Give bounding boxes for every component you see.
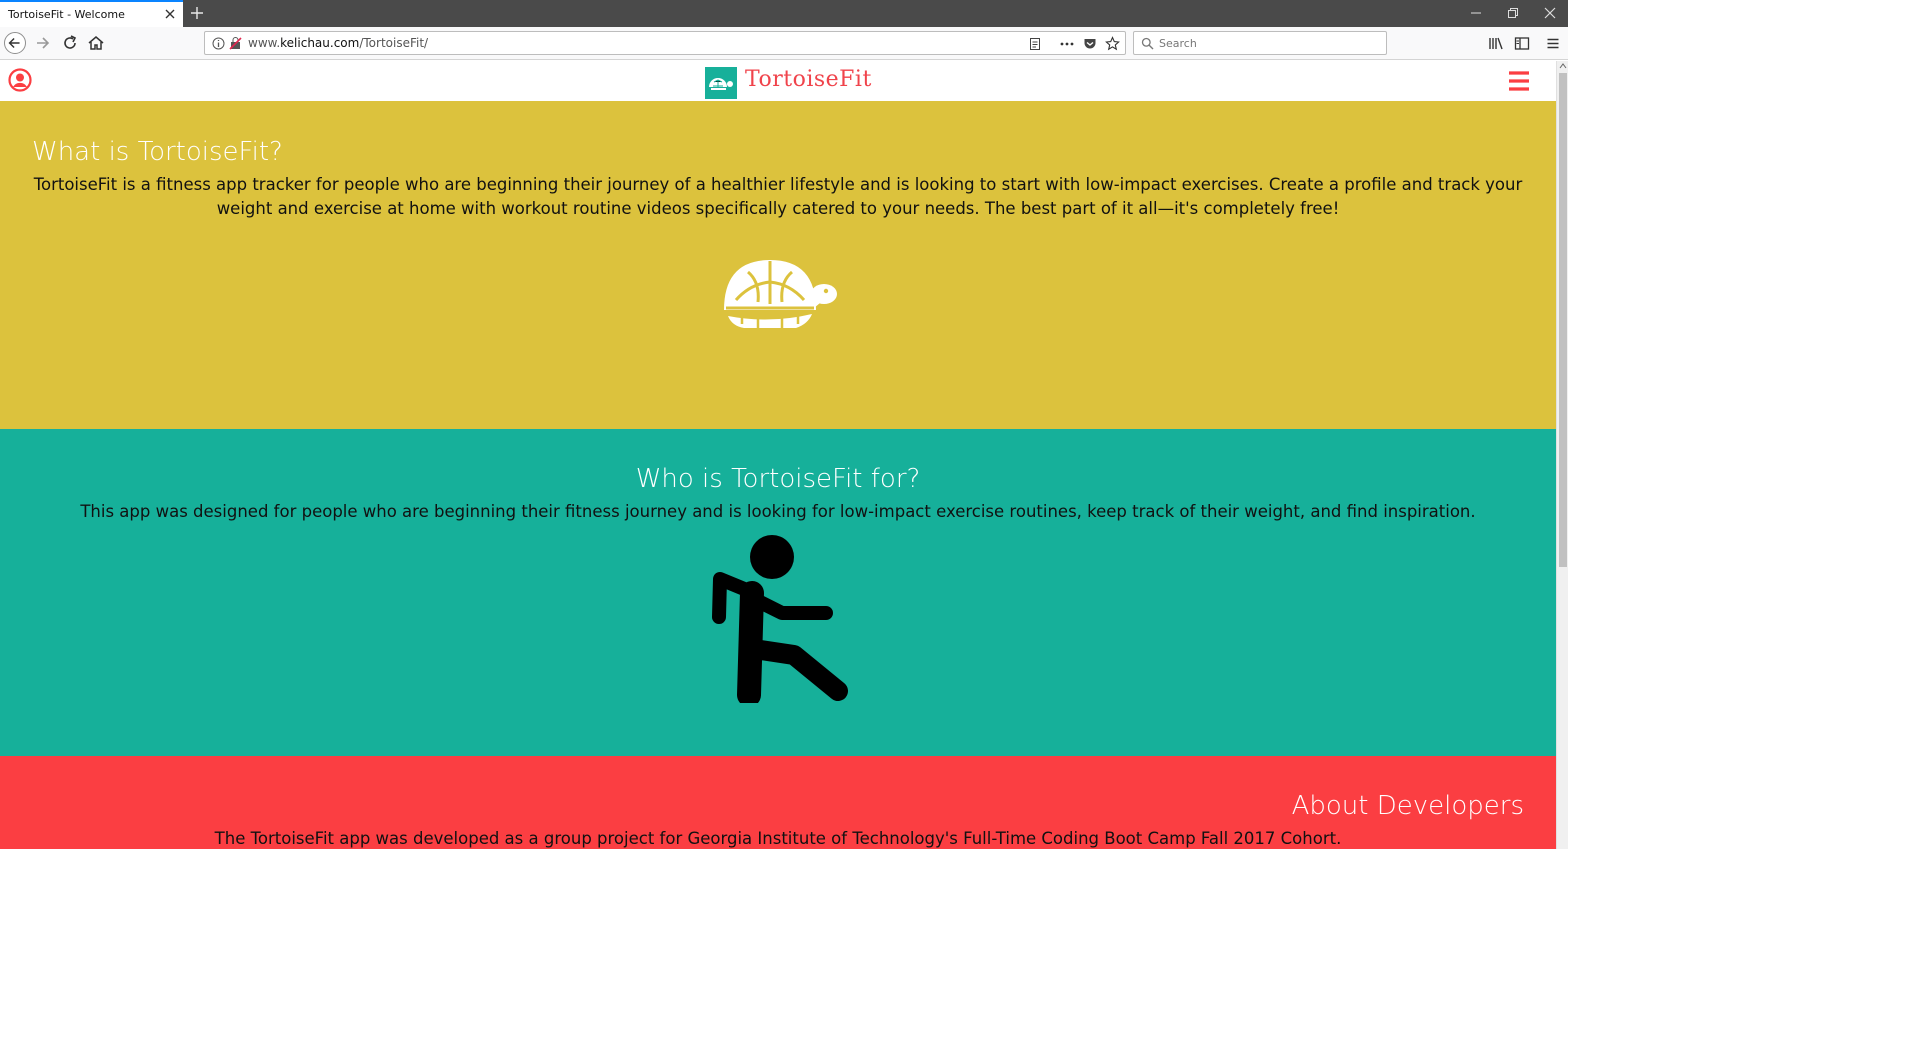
walking-person-icon — [712, 535, 848, 703]
minimize-window-icon[interactable] — [1469, 6, 1483, 20]
site-logo-text[interactable]: TortoiseFit — [745, 67, 872, 92]
scrollbar-thumb[interactable] — [1559, 73, 1567, 567]
browser-tab[interactable]: TortoiseFit - Welcome — [0, 0, 183, 27]
site-info-icon[interactable] — [212, 37, 225, 50]
close-window-icon[interactable] — [1543, 6, 1557, 20]
reload-button[interactable] — [59, 32, 81, 54]
tortoise-logo-icon — [709, 78, 733, 90]
new-tab-icon[interactable] — [188, 4, 206, 22]
browser-search-field[interactable]: Search — [1133, 31, 1387, 55]
back-button[interactable] — [4, 32, 26, 54]
close-tab-icon[interactable] — [163, 7, 177, 21]
logo-mark[interactable] — [705, 67, 737, 99]
scroll-up-icon[interactable] — [1559, 63, 1567, 69]
about-description: The TortoiseFit app was developed as a g… — [214, 829, 1342, 848]
page-actions-icon[interactable] — [1059, 37, 1075, 51]
tortoise-icon — [724, 260, 837, 328]
browser-menu-icon[interactable] — [1546, 36, 1560, 51]
who-section: Who is TortoiseFit for? This app was des… — [0, 429, 1556, 756]
user-profile-icon[interactable] — [8, 68, 32, 92]
bookmark-star-icon[interactable] — [1105, 36, 1120, 51]
sidebar-toggle-icon[interactable] — [1514, 36, 1530, 51]
browser-toolbar: www.kelichau.com/TortoiseFit/ Search — [0, 27, 1568, 60]
library-icon[interactable] — [1488, 36, 1504, 51]
site-header: TortoiseFit — [0, 61, 1556, 101]
insecure-connection-icon[interactable] — [229, 37, 242, 50]
pocket-icon[interactable] — [1083, 37, 1097, 51]
what-description: TortoiseFit is a fitness app tracker for… — [33, 175, 1523, 218]
home-button[interactable] — [85, 32, 107, 54]
about-section: About Developers The TortoiseFit app was… — [0, 756, 1556, 849]
reader-view-icon[interactable] — [1028, 37, 1042, 51]
what-heading: What is TortoiseFit? — [32, 137, 283, 167]
tab-title: TortoiseFit - Welcome — [8, 8, 125, 21]
address-bar[interactable]: www.kelichau.com/TortoiseFit/ — [204, 31, 1126, 55]
url-text: www.kelichau.com/TortoiseFit/ — [248, 36, 429, 50]
hamburger-menu-icon[interactable] — [1507, 70, 1531, 92]
web-page: TortoiseFit What is TortoiseFit? Tortois… — [0, 61, 1556, 849]
who-heading: Who is TortoiseFit for? — [635, 464, 921, 494]
page-scrollbar[interactable] — [1556, 61, 1568, 849]
restore-window-icon[interactable] — [1506, 6, 1520, 20]
search-icon — [1141, 37, 1154, 50]
about-heading: About Developers — [1291, 791, 1524, 821]
who-description: This app was designed for people who are… — [80, 502, 1476, 521]
forward-button[interactable] — [32, 32, 54, 54]
what-section: What is TortoiseFit? TortoiseFit is a fi… — [0, 101, 1556, 429]
search-placeholder: Search — [1159, 37, 1197, 50]
browser-tab-strip: TortoiseFit - Welcome — [0, 0, 1568, 27]
